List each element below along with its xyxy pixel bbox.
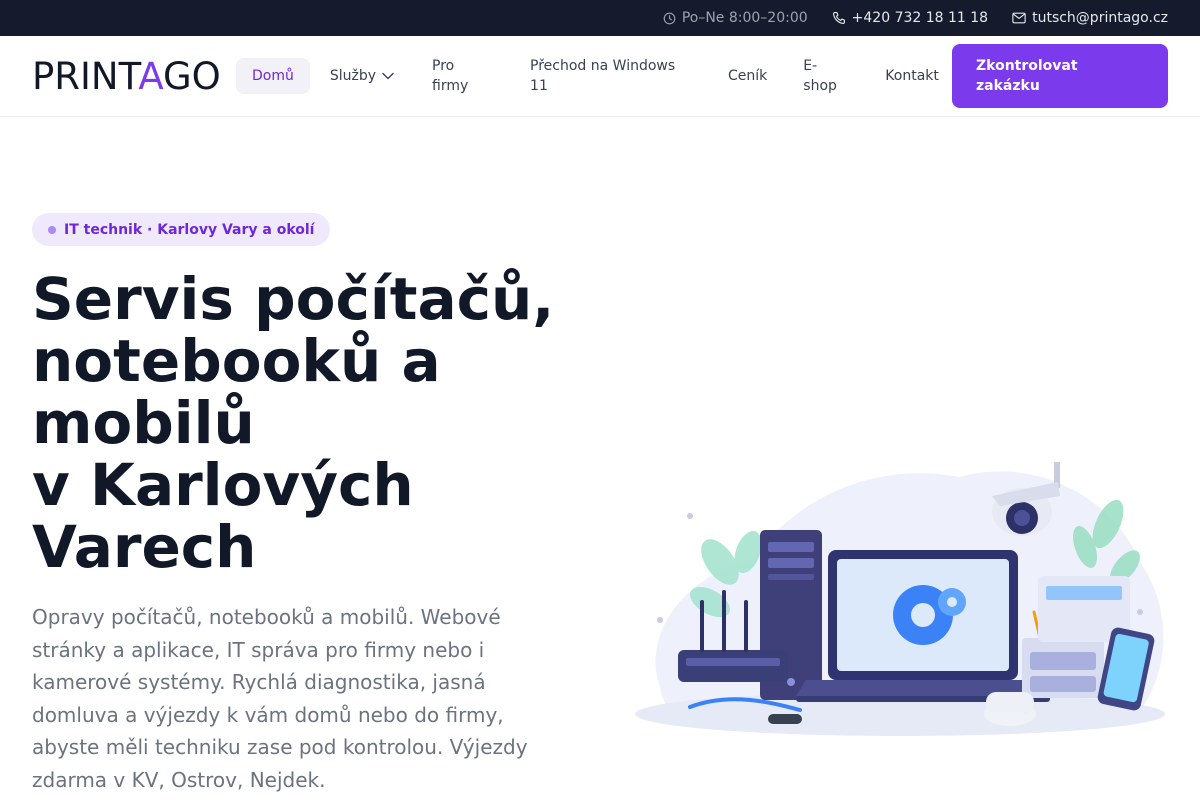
nav-contact[interactable]: Kontakt bbox=[885, 66, 939, 86]
hero-title-line: mobilů bbox=[32, 389, 255, 457]
chevron-down-icon bbox=[382, 66, 394, 86]
check-order-button[interactable]: Zkontrolovat zakázku bbox=[952, 44, 1168, 108]
hero-title-line: Servis počítačů, bbox=[32, 265, 555, 333]
email-text: tutsch@printago.cz bbox=[1032, 10, 1168, 26]
hero-illustration bbox=[635, 462, 1165, 736]
clock-icon bbox=[663, 12, 676, 25]
printago-logo[interactable]: PRINTAGO bbox=[32, 56, 234, 96]
main-nav: Domů Služby Pro firmy Přechod na Windows… bbox=[236, 56, 939, 96]
nav-business[interactable]: Pro firmy bbox=[432, 56, 492, 96]
badge-text: IT technik · Karlovy Vary a okolí bbox=[64, 221, 315, 238]
mail-icon bbox=[1012, 12, 1026, 24]
nav-services-label: Služby bbox=[329, 68, 377, 84]
nav-services[interactable]: Služby bbox=[330, 66, 394, 86]
hero-title-line: Varech bbox=[32, 513, 257, 581]
nav-home[interactable]: Domů bbox=[236, 58, 310, 94]
site-header: PRINTAGO Domů Služby Pro firmy Přechod n… bbox=[0, 36, 1200, 117]
hours-info: Po–Ne 8:00–20:00 bbox=[663, 10, 808, 26]
hours-text: Po–Ne 8:00–20:00 bbox=[681, 10, 808, 26]
location-badge: IT technik · Karlovy Vary a okolí bbox=[32, 213, 331, 246]
hero-title: Servis počítačů, notebooků a mobilů v Ka… bbox=[32, 268, 572, 578]
nav-windows-11[interactable]: Přechod na Windows 11 bbox=[530, 56, 690, 96]
email-link[interactable]: tutsch@printago.cz bbox=[1012, 10, 1168, 26]
hero-description: Opravy počítačů, notebooků a mobilů. Web… bbox=[32, 605, 528, 792]
phone-text: +420 732 18 11 18 bbox=[851, 10, 989, 26]
top-info-bar: Po–Ne 8:00–20:00 +420 732 18 11 18 tutsc… bbox=[0, 0, 1200, 36]
nav-pricing[interactable]: Ceník bbox=[728, 66, 767, 86]
hero-title-line: v Karlových bbox=[32, 451, 414, 519]
badge-dot bbox=[48, 225, 56, 234]
phone-icon bbox=[832, 11, 846, 25]
hero-title-line: notebooků a bbox=[32, 327, 441, 395]
nav-eshop[interactable]: E-shop bbox=[803, 56, 849, 96]
logo-wordmark: PRINTAGO bbox=[32, 54, 221, 98]
phone-link[interactable]: +420 732 18 11 18 bbox=[832, 10, 988, 26]
